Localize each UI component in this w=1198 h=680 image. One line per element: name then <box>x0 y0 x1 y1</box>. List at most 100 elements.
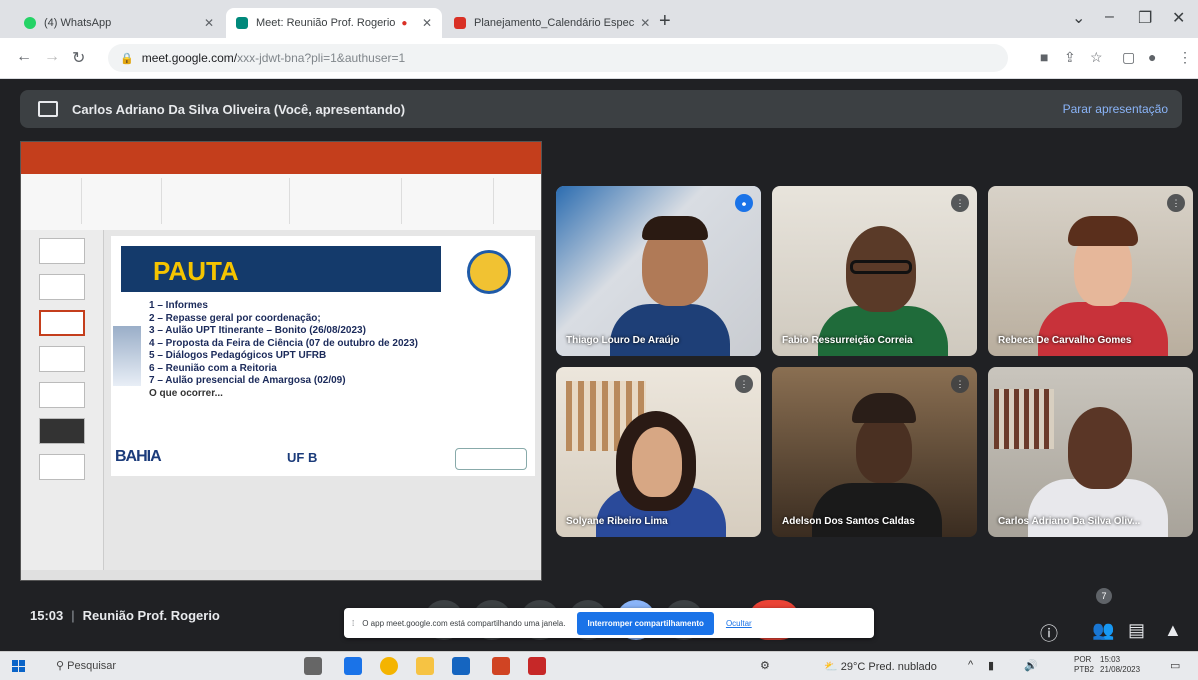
meeting-info: 15:03 | Reunião Prof. Rogerio <box>30 608 220 623</box>
muted-icon: ⋮ <box>735 375 753 393</box>
slide-thumbnail[interactable] <box>39 274 85 300</box>
windows-taskbar: ⚲ Pesquisar ⚙ ⛅ 29°C Pred. nublado ^ ▮ 🔊… <box>0 651 1198 680</box>
stop-sharing-button[interactable]: Interromper compartilhamento <box>577 611 714 635</box>
participant-tile[interactable]: ⋮ Solyane Ribeiro Lima <box>556 367 761 537</box>
close-tab-icon[interactable]: ✕ <box>634 16 650 30</box>
muted-icon: ⋮ <box>1167 194 1185 212</box>
ppt-statusbar <box>21 570 541 580</box>
taskbar-clock[interactable]: 15:03 21/08/2023 <box>1100 655 1140 675</box>
meet-icon <box>236 17 248 29</box>
agenda-item: 3 – Aulão UPT Itinerante – Bonito (26/08… <box>149 325 366 336</box>
sharing-notification: ⁞ O app meet.google.com está compartilha… <box>344 608 874 638</box>
participant-tile[interactable]: ⦁ Thiago Louro De Araújo <box>556 186 761 356</box>
bookmark-star-icon[interactable]: ☆ <box>1090 49 1103 66</box>
meeting-title: Reunião Prof. Rogerio <box>82 608 220 623</box>
slide-thumbnail[interactable] <box>39 346 85 372</box>
volume-icon[interactable]: 🔊 <box>1024 659 1038 672</box>
partner-logo <box>455 448 527 470</box>
camera-indicator-icon[interactable]: ■ <box>1040 49 1048 65</box>
ppt-ribbon <box>21 174 541 231</box>
participant-tile[interactable]: Carlos Adriano Da Silva Oliv... <box>988 367 1193 537</box>
chrome-icon[interactable] <box>380 657 398 675</box>
windows-start-icon[interactable] <box>12 660 25 672</box>
participant-name: Carlos Adriano Da Silva Oliv... <box>998 516 1141 527</box>
pdf-icon[interactable] <box>528 657 546 675</box>
mail-icon[interactable] <box>452 657 470 675</box>
slide-thumbnail[interactable] <box>39 382 85 408</box>
new-tab-button[interactable]: + <box>659 10 671 33</box>
menu-dots-icon[interactable]: ⋮ <box>1178 49 1192 66</box>
bahia-logo: BAHIA <box>115 448 162 465</box>
tab-title: Meet: Reunião Prof. Rogerio <box>256 17 396 29</box>
url-bar[interactable]: 🔒 meet.google.com/xxx-jdwt-bna?pli=1&aut… <box>108 44 1008 72</box>
activities-icon[interactable]: ▲ <box>1164 620 1182 641</box>
participant-name: Solyane Ribeiro Lima <box>566 516 668 527</box>
tab-planejamento[interactable]: Planejamento_Calendário Espec ✕ <box>444 8 656 38</box>
close-tab-icon[interactable]: ✕ <box>416 16 432 30</box>
stop-presenting-button[interactable]: Parar apresentação <box>1063 102 1168 116</box>
browser-tab-strip: (4) WhatsApp ✕ Meet: Reunião Prof. Roger… <box>0 0 1198 38</box>
lang-code: POR <box>1074 655 1092 664</box>
slide-thumbnail[interactable] <box>39 418 85 444</box>
search-icon: ⚲ <box>56 660 68 672</box>
close-tab-icon[interactable]: ✕ <box>198 16 214 30</box>
tab-meet[interactable]: Meet: Reunião Prof. Rogerio ● ✕ <box>226 8 442 38</box>
file-explorer-icon[interactable] <box>416 657 434 675</box>
minimize-icon[interactable]: – <box>1105 8 1114 26</box>
slide-thumbnail[interactable] <box>39 238 85 264</box>
drag-handle-icon[interactable]: ⁞ <box>352 619 354 628</box>
agenda-item: 5 – Diálogos Pedagógicos UPT UFRB <box>149 350 327 361</box>
powerpoint-icon[interactable] <box>492 657 510 675</box>
tab-title: Planejamento_Calendário Espec <box>474 17 635 29</box>
slide-thumbnail-selected[interactable] <box>39 310 85 336</box>
maximize-icon[interactable]: ❐ <box>1138 8 1152 28</box>
hide-notice-button[interactable]: Ocultar <box>726 619 752 628</box>
taskbar-search[interactable]: ⚲ Pesquisar <box>56 659 116 672</box>
participant-tile[interactable]: ⋮ Rebeca De Carvalho Gomes <box>988 186 1193 356</box>
participant-tile[interactable]: ⋮ Adelson Dos Santos Caldas <box>772 367 977 537</box>
forward-icon[interactable]: → <box>44 48 60 66</box>
share-icon[interactable]: ⇪ <box>1064 49 1076 66</box>
people-icon[interactable]: 👥 <box>1092 620 1114 641</box>
slide-thumbnail[interactable] <box>39 454 85 480</box>
task-view-icon[interactable] <box>304 657 322 675</box>
whatsapp-icon <box>24 17 36 29</box>
reload-icon[interactable]: ↻ <box>72 48 85 68</box>
participant-name: Adelson Dos Santos Caldas <box>782 516 915 527</box>
close-window-icon[interactable]: ✕ <box>1172 8 1185 28</box>
participant-tile[interactable]: ⋮ Fabio Ressurreição Correia <box>772 186 977 356</box>
info-icon[interactable]: ⓘ <box>1040 620 1058 646</box>
ribbon-group-clipboard <box>29 178 82 224</box>
store-icon[interactable] <box>344 657 362 675</box>
slide-logo <box>467 250 511 294</box>
weather-icon: ⛅ <box>824 661 841 673</box>
shared-presentation-window: PAUTA 1 – Informes 2 – Repasse geral por… <box>20 141 542 581</box>
language-indicator[interactable]: POR PTB2 <box>1074 655 1094 675</box>
tab-search-icon[interactable]: ⌄ <box>1072 8 1085 28</box>
battery-icon[interactable]: ▮ <box>988 659 994 672</box>
agenda-item: 1 – Informes <box>149 300 208 311</box>
agenda-item: 2 – Repasse geral por coordenação; <box>149 312 321 324</box>
participant-name: Rebeca De Carvalho Gomes <box>998 335 1132 346</box>
tab-whatsapp[interactable]: (4) WhatsApp ✕ <box>14 8 224 38</box>
weather-widget[interactable]: ⛅ 29°C Pred. nublado <box>824 660 937 673</box>
doc-icon <box>454 17 466 29</box>
tab-title: (4) WhatsApp <box>44 17 112 29</box>
ribbon-group-font <box>163 178 290 224</box>
muted-icon: ⋮ <box>951 375 969 393</box>
agenda-item: 6 – Reunião com a Reitoria <box>149 362 277 374</box>
recording-dot-icon: ● <box>401 17 408 29</box>
network-tray-icon[interactable]: ⚙ <box>760 659 770 672</box>
agenda-item: O que ocorrer... <box>149 387 223 399</box>
notifications-icon[interactable]: ▭ <box>1170 659 1180 672</box>
chat-icon[interactable]: ▤ <box>1128 620 1145 641</box>
sidepanel-icon[interactable]: ▢ <box>1122 49 1135 66</box>
presenter-text: Carlos Adriano Da Silva Oliveira (Você, … <box>72 101 406 117</box>
tray-chevron-icon[interactable]: ^ <box>968 659 973 671</box>
back-icon[interactable]: ← <box>16 48 32 66</box>
participants-count-badge: 7 <box>1096 588 1112 604</box>
agenda-item: 7 – Aulão presencial de Amargosa (02/09) <box>149 375 346 386</box>
profile-avatar[interactable]: ● <box>1148 49 1156 65</box>
ppt-menu <box>21 160 541 174</box>
ribbon-group-paragraph <box>291 178 402 224</box>
